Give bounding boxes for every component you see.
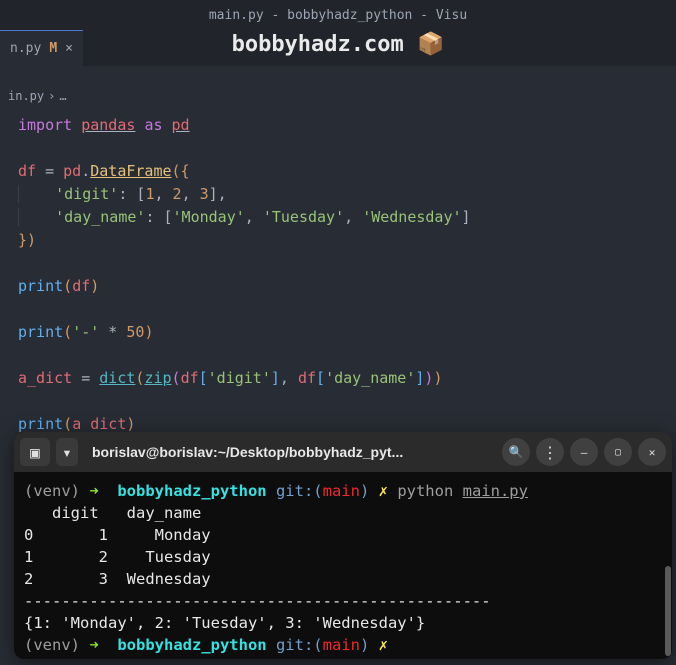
terminal-line: digit day_name — [24, 502, 662, 524]
code-line: 'day_name': ['Monday', 'Tuesday', 'Wedne… — [18, 206, 658, 229]
code-line: 'digit': [1, 2, 3], — [18, 183, 658, 206]
maximize-icon: ▢ — [615, 447, 621, 458]
new-tab-icon: ▣ — [30, 443, 40, 462]
breadcrumb[interactable]: in.py › … — [0, 84, 676, 108]
chevron-down-icon: ▾ — [62, 443, 72, 462]
code-line: print('-' * 50) — [18, 321, 658, 344]
window-title-bar: main.py - bobbyhadz_python - Visu — [0, 0, 676, 30]
tab-filename: n.py — [10, 41, 41, 56]
terminal-line: (venv) ➜ bobbyhadz_python git:(main) ✗ — [24, 634, 662, 656]
code-line — [18, 390, 658, 413]
code-line: print(df) — [18, 275, 658, 298]
terminal-line: 2 3 Wednesday — [24, 568, 662, 590]
terminal-window: ▣ ▾ borislav@borislav:~/Desktop/bobbyhad… — [14, 432, 672, 659]
scroll-thumb[interactable] — [665, 566, 671, 656]
code-line — [18, 344, 658, 367]
code-line: }) — [18, 229, 658, 252]
window-title: main.py - bobbyhadz_python - Visu — [209, 8, 467, 23]
terminal-scrollbar[interactable] — [665, 476, 671, 655]
minimize-icon: — — [581, 446, 588, 459]
code-line — [18, 137, 658, 160]
close-icon: ✕ — [649, 446, 656, 459]
terminal-line: (venv) ➜ bobbyhadz_python git:(main) ✗ p… — [24, 480, 662, 502]
chevron-right-icon: › — [48, 89, 55, 103]
code-line: a_dict = dict(zip(df['digit'], df['day_n… — [18, 367, 658, 390]
terminal-line: 0 1 Monday — [24, 524, 662, 546]
tab-main-py[interactable]: n.py M × — [0, 30, 83, 66]
code-editor[interactable]: import pandas as pd df = pd.DataFrame({ … — [0, 108, 676, 442]
menu-icon: ⋮ — [542, 443, 558, 462]
terminal-line: {1: 'Monday', 2: 'Tuesday', 3: 'Wednesda… — [24, 612, 662, 634]
terminal-body[interactable]: (venv) ➜ bobbyhadz_python git:(main) ✗ p… — [14, 472, 672, 659]
close-icon[interactable]: × — [65, 41, 73, 56]
terminal-line: 1 2 Tuesday — [24, 546, 662, 568]
breadcrumb-more: … — [59, 89, 66, 103]
code-line: import pandas as pd — [18, 114, 658, 137]
terminal-header: ▣ ▾ borislav@borislav:~/Desktop/bobbyhad… — [14, 432, 672, 472]
tab-dropdown-button[interactable]: ▾ — [56, 438, 78, 466]
breadcrumb-file: in.py — [8, 89, 44, 103]
new-tab-button[interactable]: ▣ — [20, 438, 50, 466]
tab-bar: n.py M × — [0, 30, 676, 66]
code-line — [18, 298, 658, 321]
tab-modified-indicator: M — [49, 41, 57, 56]
search-icon: 🔍 — [509, 445, 524, 459]
menu-button[interactable]: ⋮ — [536, 438, 564, 466]
close-button[interactable]: ✕ — [638, 438, 666, 466]
terminal-line: ----------------------------------------… — [24, 590, 662, 612]
minimize-button[interactable]: — — [570, 438, 598, 466]
code-line — [18, 252, 658, 275]
maximize-button[interactable]: ▢ — [604, 438, 632, 466]
terminal-title: borislav@borislav:~/Desktop/bobbyhadz_py… — [84, 444, 496, 460]
search-button[interactable]: 🔍 — [502, 438, 530, 466]
code-line: df = pd.DataFrame({ — [18, 160, 658, 183]
